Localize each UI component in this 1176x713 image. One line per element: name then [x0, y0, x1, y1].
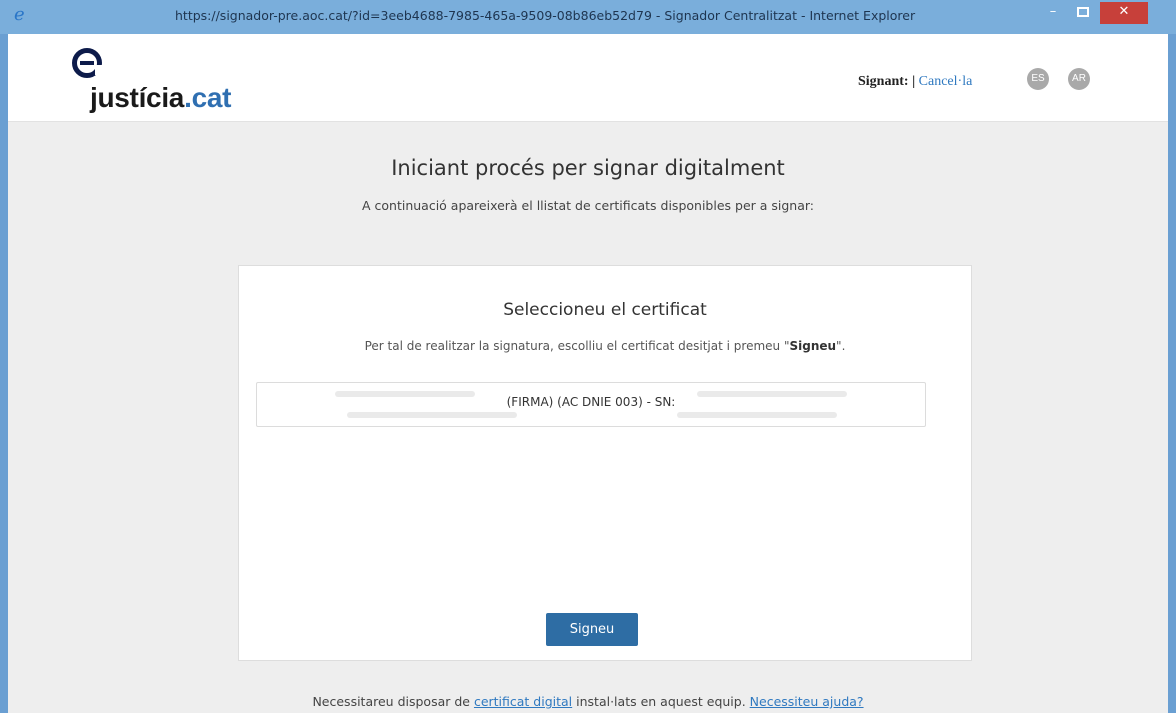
- maximize-button[interactable]: [1068, 2, 1098, 24]
- redacted-text: [677, 412, 837, 418]
- page-header: justícia.cat Signant: | Cancel·la ES AR: [8, 34, 1168, 122]
- minimize-button[interactable]: –: [1040, 2, 1066, 24]
- panel-title: Seleccioneu el certificat: [503, 300, 707, 320]
- ejusticia-logo-icon: [72, 48, 103, 78]
- close-button[interactable]: ✕: [1100, 2, 1148, 24]
- certificate-list[interactable]: (FIRMA) (AC DNIE 003) - SN:: [256, 382, 926, 427]
- language-ar-button[interactable]: AR: [1068, 68, 1090, 90]
- minimize-icon: –: [1049, 4, 1057, 19]
- logo-text-suffix: .cat: [184, 82, 232, 113]
- sign-button[interactable]: Signeu: [546, 613, 638, 646]
- page-title: Iniciant procés per signar digitalment: [391, 156, 785, 180]
- footer-note: Necessitareu disposar de certificat digi…: [8, 694, 1168, 709]
- certificate-panel: Seleccioneu el certificat Per tal de rea…: [238, 265, 972, 661]
- title-bar[interactable]: e https://signador-pre.aoc.cat/?id=3eeb4…: [0, 0, 1176, 34]
- signer-label: Signant: |: [858, 74, 916, 89]
- footer-text-before: Necessitareu disposar de: [312, 694, 474, 709]
- redacted-text: [347, 412, 517, 418]
- signer-info: Signant: | Cancel·la: [858, 74, 972, 94]
- cancel-link[interactable]: Cancel·la: [919, 74, 973, 89]
- browser-window: e https://signador-pre.aoc.cat/?id=3eeb4…: [0, 0, 1176, 713]
- internet-explorer-icon: e: [14, 4, 25, 25]
- page-subtitle: A continuació apareixerà el llistat de c…: [361, 198, 815, 213]
- close-icon: ✕: [1118, 4, 1130, 19]
- digital-certificate-link[interactable]: certificat digital: [474, 694, 572, 709]
- footer-text-middle: instal·lats en aquest equip.: [572, 694, 750, 709]
- panel-description-after: ".: [836, 339, 846, 353]
- panel-description: Per tal de realitzar la signatura, escol…: [239, 339, 971, 353]
- language-es-button[interactable]: ES: [1027, 68, 1049, 90]
- maximize-icon: [1077, 7, 1089, 17]
- logo-text-main: justícia: [90, 82, 185, 113]
- site-logo[interactable]: justícia.cat: [90, 82, 231, 116]
- certificate-option[interactable]: (FIRMA) (AC DNIE 003) - SN:: [257, 395, 925, 409]
- page-content: justícia.cat Signant: | Cancel·la ES AR …: [8, 34, 1168, 713]
- window-title: https://signador-pre.aoc.cat/?id=3eeb468…: [175, 8, 916, 23]
- help-link[interactable]: Necessiteu ajuda?: [750, 694, 864, 709]
- panel-description-before: Per tal de realitzar la signatura, escol…: [364, 339, 790, 353]
- panel-description-bold: Signeu: [789, 339, 837, 353]
